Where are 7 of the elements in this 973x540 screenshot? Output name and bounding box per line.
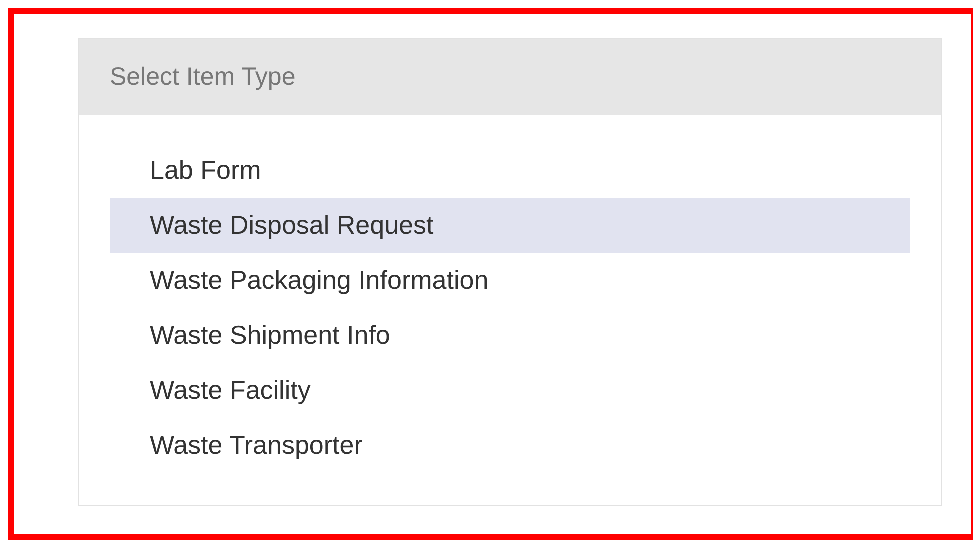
item-type-option[interactable]: Waste Disposal Request bbox=[110, 198, 910, 253]
item-type-option[interactable]: Waste Shipment Info bbox=[110, 308, 910, 363]
item-type-option[interactable]: Lab Form bbox=[110, 143, 910, 198]
item-type-option[interactable]: Waste Facility bbox=[110, 363, 910, 418]
item-type-option[interactable]: Waste Packaging Information bbox=[110, 253, 910, 308]
item-type-option[interactable]: Waste Transporter bbox=[110, 418, 910, 473]
panel-title: Select Item Type bbox=[110, 62, 296, 92]
